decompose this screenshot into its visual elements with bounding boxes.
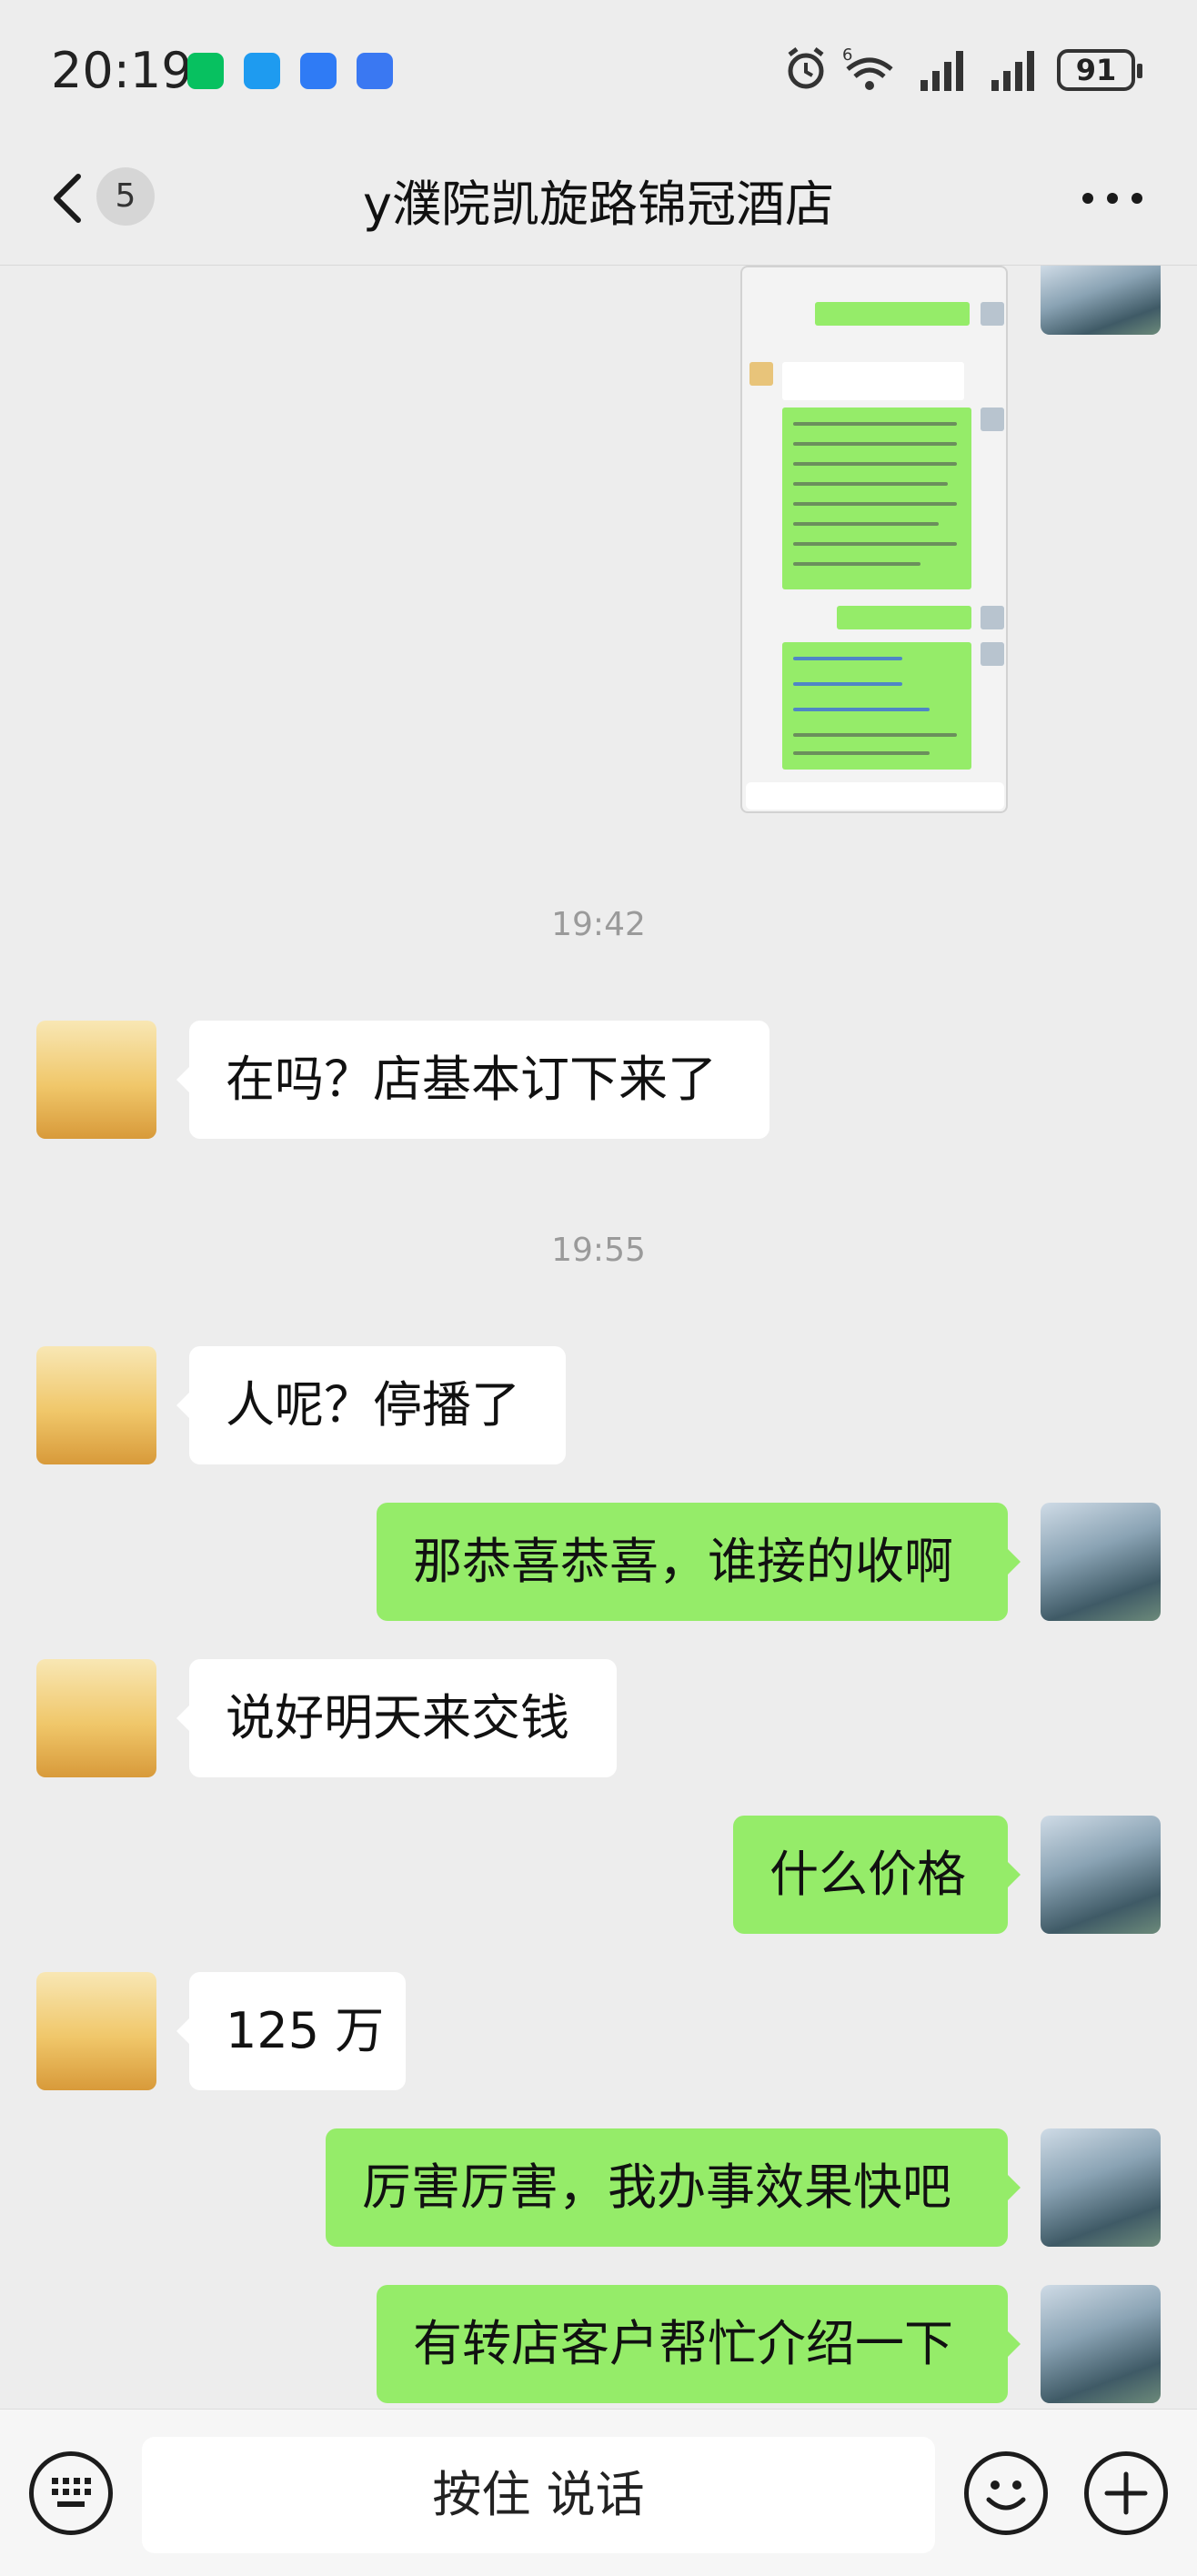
timestamp: 19:42 xyxy=(551,906,646,943)
received-message[interactable]: 人呢？停播了 xyxy=(176,1346,566,1464)
wechat-notification-icon xyxy=(187,53,224,89)
chat-header: 5 y濮院凯旋路锦冠酒店 xyxy=(0,136,1197,266)
keyboard-icon[interactable] xyxy=(29,2451,113,2535)
my-avatar[interactable] xyxy=(1041,2128,1161,2247)
plus-icon[interactable] xyxy=(1084,2451,1168,2535)
message-notification-icon xyxy=(244,53,280,89)
signal-2-icon xyxy=(991,51,1034,91)
status-bar: 20:19 6 91 xyxy=(0,0,1197,136)
received-message[interactable]: 125 万 xyxy=(176,1972,406,2090)
contact-avatar[interactable] xyxy=(36,1346,156,1464)
sent-message[interactable]: 有转店客户帮忙介绍一下 xyxy=(377,2285,1021,2403)
status-time: 20:19 xyxy=(51,42,193,99)
network-label: 6 xyxy=(842,45,852,65)
timestamp: 19:55 xyxy=(551,1232,646,1269)
signal-1-icon xyxy=(920,51,963,91)
more-icon[interactable] xyxy=(1081,182,1144,215)
received-message[interactable]: 在吗？店基本订下来了 xyxy=(176,1021,770,1139)
my-avatar[interactable] xyxy=(1041,1816,1161,1934)
contact-avatar[interactable] xyxy=(36,1972,156,2090)
my-avatar[interactable] xyxy=(1041,1503,1161,1621)
contact-avatar[interactable] xyxy=(36,1659,156,1777)
chat-title: y濮院凯旋路锦冠酒店 xyxy=(363,176,834,233)
my-avatar[interactable] xyxy=(1041,2285,1161,2403)
alarm-icon xyxy=(788,47,824,89)
wifi-icon: 6 xyxy=(842,45,893,90)
sent-message[interactable]: 厉害厉害，我办事效果快吧 xyxy=(326,2128,1021,2247)
my-avatar[interactable] xyxy=(1041,266,1161,335)
sent-message[interactable]: 什么价格 xyxy=(733,1816,1021,1934)
battery-indicator: 91 xyxy=(1057,49,1142,91)
hold-to-talk-button[interactable]: 按住 说话 xyxy=(142,2437,935,2553)
received-message[interactable]: 说好明天来交钱 xyxy=(176,1659,617,1777)
input-bar: 按住 说话 xyxy=(0,2409,1197,2576)
sent-message[interactable]: 那恭喜恭喜，谁接的收啊 xyxy=(377,1503,1021,1621)
contact-avatar[interactable] xyxy=(36,1021,156,1139)
emoji-icon[interactable] xyxy=(964,2451,1048,2535)
voice-notification-icon xyxy=(300,53,337,89)
browser-notification-icon xyxy=(357,53,393,89)
shared-screenshot-image[interactable] xyxy=(740,266,1008,813)
